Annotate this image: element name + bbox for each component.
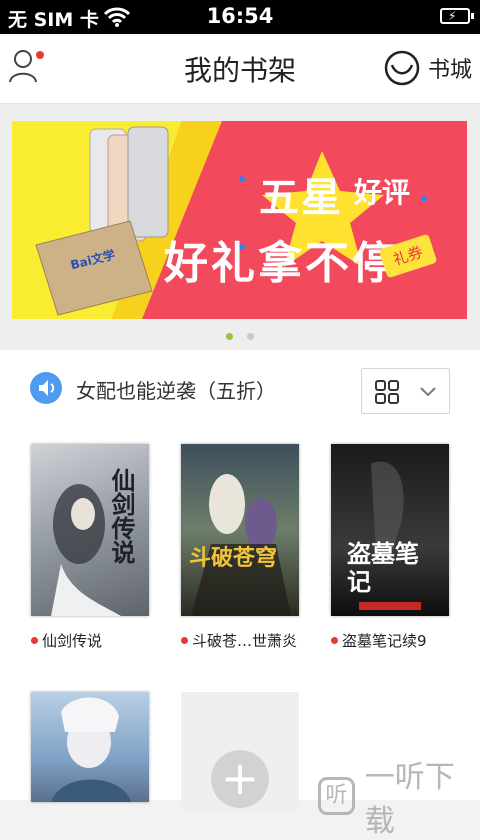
book-cover-title: 斗破苍穹 <box>189 546 278 571</box>
top-navigation-bar: 我的书架 书城 <box>0 34 480 104</box>
bookstore-label: 书城 <box>427 58 472 83</box>
notification-dot <box>36 51 44 59</box>
carousel-dot-2[interactable] <box>247 333 254 340</box>
book-cover-title: 仙剑传说 <box>107 468 135 564</box>
bookstore-button[interactable]: 书城 <box>384 46 472 90</box>
book-title: 仙剑传说 <box>31 630 181 651</box>
book-cover[interactable]: 仙剑传说 <box>31 444 149 616</box>
announcement-bar[interactable]: 女配也能逆袭（五折） <box>0 350 480 426</box>
book-cover-title: 盗墓笔记 <box>347 540 419 596</box>
banner-headline-1: 五星 <box>259 175 343 221</box>
view-mode-dropdown[interactable] <box>361 368 450 414</box>
clock: 16:54 <box>206 4 274 28</box>
book-cover[interactable]: 盗墓笔记 <box>331 444 449 616</box>
carousel-dot-1[interactable] <box>226 333 233 340</box>
grid-view-icon <box>375 380 436 404</box>
carousel-indicator <box>0 333 480 340</box>
book-cover[interactable]: 斗破苍穹 <box>181 444 299 616</box>
smile-face-icon <box>384 50 420 86</box>
plus-icon: + <box>211 750 269 808</box>
banner-headline-1b: 好评 <box>354 176 411 209</box>
speaker-icon <box>30 372 62 404</box>
banner-carousel: 五星 好评 好礼拿不停 礼券 Bai文学 <box>0 105 480 350</box>
watermark: 听 一听下载 <box>318 752 480 840</box>
bookshelf-content: 女配也能逆袭（五折） 仙剑传说 仙剑传说 斗破苍穹 斗破苍…世萧炎 盗墓笔记 盗… <box>0 350 480 812</box>
watermark-logo-icon: 听 <box>318 777 355 815</box>
banner-headline-2: 好礼拿不停 <box>164 238 399 289</box>
status-bar: 无 SIM 卡 16:54 ⚡ <box>0 0 480 34</box>
book-title: 斗破苍…世萧炎 <box>181 630 331 651</box>
book-cover[interactable] <box>31 692 149 802</box>
announcement-text: 女配也能逆袭（五折） <box>76 379 276 403</box>
watermark-text: 一听下载 <box>364 760 455 839</box>
promo-banner[interactable]: 五星 好评 好礼拿不停 礼券 Bai文学 <box>12 121 467 319</box>
book-title: 盗墓笔记续9 <box>331 630 480 651</box>
battery-icon: ⚡ <box>440 8 474 24</box>
add-book-button[interactable]: + <box>181 692 299 812</box>
